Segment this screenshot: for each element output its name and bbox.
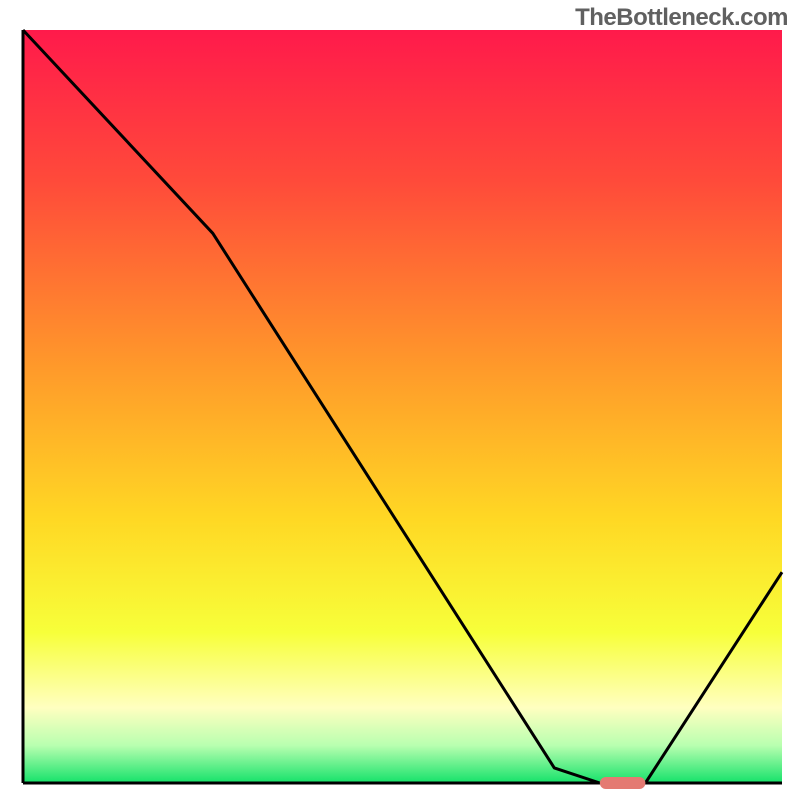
optimal-range-marker bbox=[600, 777, 646, 789]
bottleneck-chart bbox=[0, 0, 800, 800]
chart-gradient-bg bbox=[23, 30, 782, 783]
watermark-text: TheBottleneck.com bbox=[575, 4, 788, 32]
